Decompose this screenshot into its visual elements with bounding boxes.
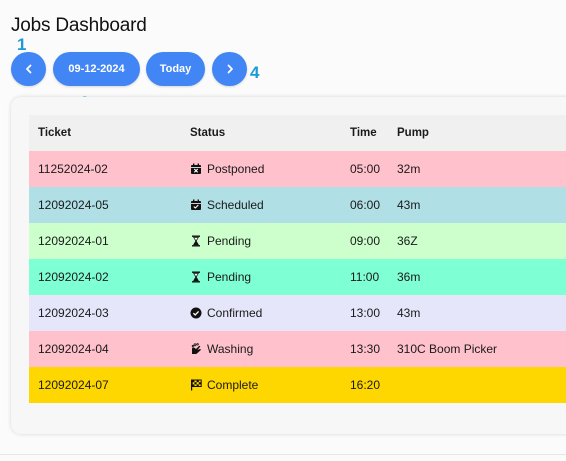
table-row[interactable]: 12092024-03 Confirmed 13:00 43m: [29, 295, 566, 331]
table-row[interactable]: 11252024-02 Postponed 05:00 32m: [29, 151, 566, 187]
status-label: Scheduled: [207, 198, 264, 212]
status-label: Confirmed: [207, 306, 263, 320]
status-cell: Confirmed: [190, 295, 262, 331]
time-cell: 13:00: [350, 306, 381, 320]
ticket-cell: 12092024-04: [38, 342, 109, 356]
today-button[interactable]: Today: [146, 52, 205, 86]
ticket-cell: 12092024-07: [38, 378, 109, 392]
table-row[interactable]: 12092024-05 Scheduled 06:00 43m: [29, 187, 566, 223]
time-cell: 06:00: [350, 198, 381, 212]
pump-cell: 310C Boom Picker: [397, 342, 498, 356]
status-cell: Postponed: [190, 151, 264, 187]
ticket-cell: 12092024-03: [38, 306, 109, 320]
previous-day-button[interactable]: [11, 52, 46, 86]
jobs-card: Ticket Status Time Pump 11252024-02 Postp…: [11, 97, 566, 434]
status-label: Pending: [207, 234, 252, 248]
status-label: Complete: [207, 378, 259, 392]
ticket-cell: 11252024-02: [38, 162, 108, 176]
hourglass-icon: [190, 261, 202, 283]
status-label: Postponed: [207, 162, 265, 176]
calendar-x-icon: [190, 153, 202, 174]
date-picker-button[interactable]: 09-12-2024: [53, 52, 140, 86]
page-title: Jobs Dashboard: [11, 15, 147, 36]
status-cell: Complete: [190, 367, 258, 403]
column-header-status: Status: [190, 127, 226, 139]
column-header-time: Time: [350, 127, 377, 139]
table-row[interactable]: 12092024-04 Washing 13:30 310C Boom Picker: [29, 331, 566, 367]
chevron-right-icon: [227, 64, 233, 74]
status-cell: Pending: [190, 223, 251, 259]
flag-checkered-icon: [190, 369, 202, 391]
column-header-pump: Pump: [397, 127, 429, 139]
ticket-cell: 12092024-01: [38, 234, 109, 248]
pump-cell: 32m: [397, 162, 421, 176]
table-row[interactable]: 12092024-02 Pending 11:00 36m: [29, 259, 566, 295]
next-day-button[interactable]: [212, 52, 247, 86]
pump-cell: 43m: [397, 306, 421, 320]
status-label: Pending: [207, 270, 252, 284]
calendar-check-icon: [190, 189, 202, 210]
time-cell: 09:00: [350, 234, 381, 248]
status-cell: Scheduled: [190, 187, 264, 223]
table-row[interactable]: 12092024-07 Complete 16:20: [29, 367, 566, 403]
time-cell: 13:30: [350, 342, 381, 356]
chevron-left-icon: [25, 64, 31, 74]
status-label: Washing: [207, 342, 254, 356]
time-cell: 05:00: [350, 162, 381, 176]
table-row[interactable]: 12092024-01 Pending 09:00 36Z: [29, 223, 566, 259]
check-circle-icon: [190, 297, 202, 319]
page-divider: [0, 454, 566, 455]
soap-hands-icon: [190, 333, 202, 355]
hourglass-icon: [190, 225, 202, 247]
time-cell: 11:00: [350, 270, 380, 284]
table-header-row: Ticket Status Time Pump: [29, 115, 566, 151]
pump-cell: 43m: [397, 198, 421, 212]
ticket-cell: 12092024-05: [38, 198, 109, 212]
time-cell: 16:20: [350, 378, 381, 392]
column-header-ticket: Ticket: [38, 127, 72, 139]
status-cell: Pending: [190, 259, 251, 295]
jobs-table: Ticket Status Time Pump 11252024-02 Postp…: [29, 115, 566, 403]
pump-cell: 36m: [397, 270, 421, 284]
annotation-4: 4: [250, 63, 260, 82]
ticket-cell: 12092024-02: [38, 270, 109, 284]
pump-cell: 36Z: [397, 234, 418, 248]
status-cell: Washing: [190, 331, 253, 367]
